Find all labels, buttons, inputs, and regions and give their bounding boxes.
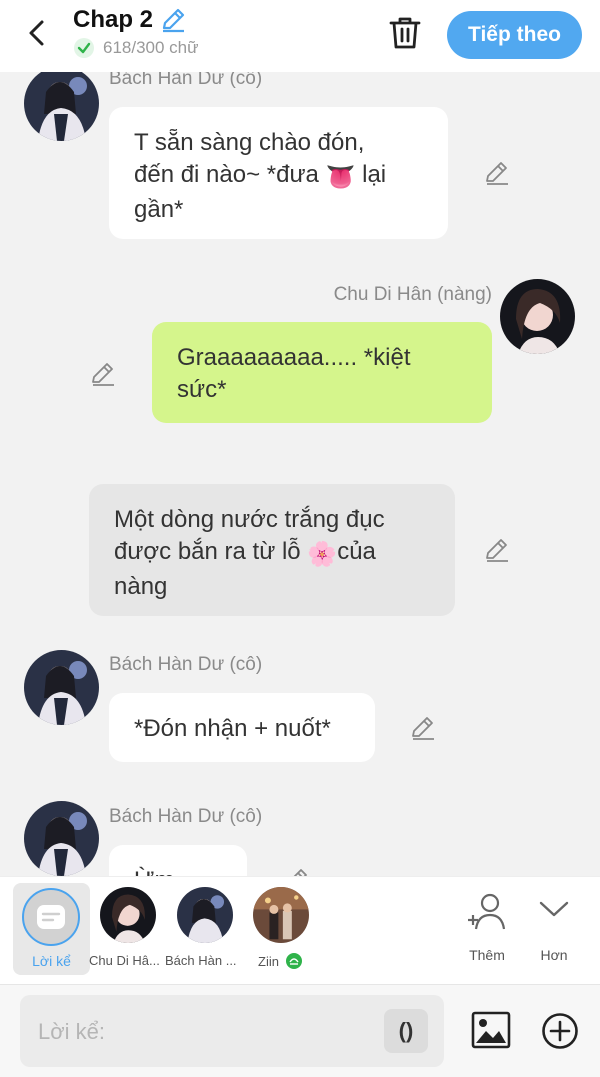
back-arrow-icon[interactable] — [22, 16, 52, 50]
character-avatar[interactable] — [100, 887, 156, 943]
sender-name: Bách Hàn Dư (cô) — [109, 654, 263, 675]
edit-message-icon[interactable] — [89, 360, 117, 388]
parentheses-button[interactable]: () — [384, 1009, 428, 1053]
edit-title-icon[interactable] — [159, 6, 187, 34]
check-circle-icon — [74, 38, 94, 58]
message-input[interactable]: Lời kể: () — [20, 995, 444, 1067]
avatar-bach-han-du[interactable] — [24, 801, 99, 876]
input-placeholder: Lời kể: — [38, 1019, 106, 1044]
balance-scale-icon — [285, 953, 302, 969]
message-bubble[interactable]: Ừm — [109, 845, 247, 876]
narration-circle — [22, 888, 80, 946]
image-icon[interactable] — [471, 1011, 511, 1049]
message-bubble[interactable]: *Đón nhận + nuốt* — [109, 693, 375, 762]
more-label[interactable]: Hơn — [526, 947, 582, 963]
edit-message-icon[interactable] — [483, 536, 511, 564]
message-text: đến đi nào~ *đưa 👅 lại — [134, 159, 423, 194]
trash-icon[interactable] — [388, 15, 422, 51]
edit-message-icon[interactable] — [283, 866, 311, 876]
character-selector: Lời kể Chu Di Hâ... Bách Hàn ... Ziin Th… — [0, 876, 600, 984]
narration-bubble[interactable]: Một dòng nước trắng đục được bắn ra từ l… — [89, 484, 455, 616]
character-name: Ziin — [258, 953, 302, 969]
chevron-down-icon[interactable] — [538, 895, 570, 923]
chapter-title[interactable]: Chap 2 — [73, 6, 153, 34]
chat-area[interactable]: Bách Hàn Dư (cô) T sẵn sàng chào đón, đế… — [0, 72, 600, 876]
message-text: được bắn ra từ lỗ 🌸của — [114, 536, 430, 571]
tongue-emoji-icon: 👅 — [325, 164, 356, 191]
sender-name: Bách Hàn Dư (cô) — [109, 806, 263, 827]
word-count: 618/300 chữ — [103, 38, 199, 57]
message-text: *Đón nhận + nuốt* — [134, 715, 331, 742]
edit-message-icon[interactable] — [409, 714, 437, 742]
narration-label: Lời kể — [32, 953, 71, 969]
message-text: Ừm — [134, 865, 222, 876]
message-text: T sẵn sàng chào đón, — [134, 129, 365, 156]
top-bar: Chap 2 618/300 chữ Tiếp theo — [0, 0, 600, 72]
message-text: gần* — [134, 196, 184, 223]
message-bubble[interactable]: Graaaaaaaaa..... *kiệt sức* — [152, 322, 492, 423]
narration-tab[interactable]: Lời kể — [13, 883, 90, 975]
character-avatar[interactable] — [177, 887, 233, 943]
next-button[interactable]: Tiếp theo — [447, 11, 582, 59]
plus-circle-icon[interactable] — [541, 1012, 579, 1050]
avatar-bach-han-du[interactable] — [24, 650, 99, 725]
message-text: nàng — [114, 573, 168, 600]
speech-bubble-icon — [37, 905, 65, 929]
character-name: Chu Di Hâ... — [89, 953, 160, 968]
add-character-label[interactable]: Thêm — [458, 947, 516, 963]
blossom-emoji-icon: 🌸 — [307, 541, 338, 568]
message-text: sức* — [177, 376, 227, 403]
sender-name: Chu Di Hân (nàng) — [333, 284, 492, 305]
message-text: Một dòng nước trắng đục — [114, 506, 385, 533]
input-bar: Lời kể: () — [0, 984, 600, 1077]
chapter-title-area: Chap 2 618/300 chữ — [73, 6, 199, 59]
avatar-chu-di-han[interactable] — [500, 279, 575, 354]
character-avatar[interactable] — [253, 887, 309, 943]
sender-name: Bách Hàn Dư (cô) — [109, 72, 263, 89]
avatar-bach-han-du[interactable] — [24, 72, 99, 141]
message-text: Graaaaaaaaa..... *kiệt — [177, 344, 411, 371]
edit-message-icon[interactable] — [483, 159, 511, 187]
add-person-icon[interactable] — [466, 891, 508, 931]
character-name: Bách Hàn ... — [165, 953, 237, 968]
message-bubble[interactable]: T sẵn sàng chào đón, đến đi nào~ *đưa 👅 … — [109, 107, 448, 239]
